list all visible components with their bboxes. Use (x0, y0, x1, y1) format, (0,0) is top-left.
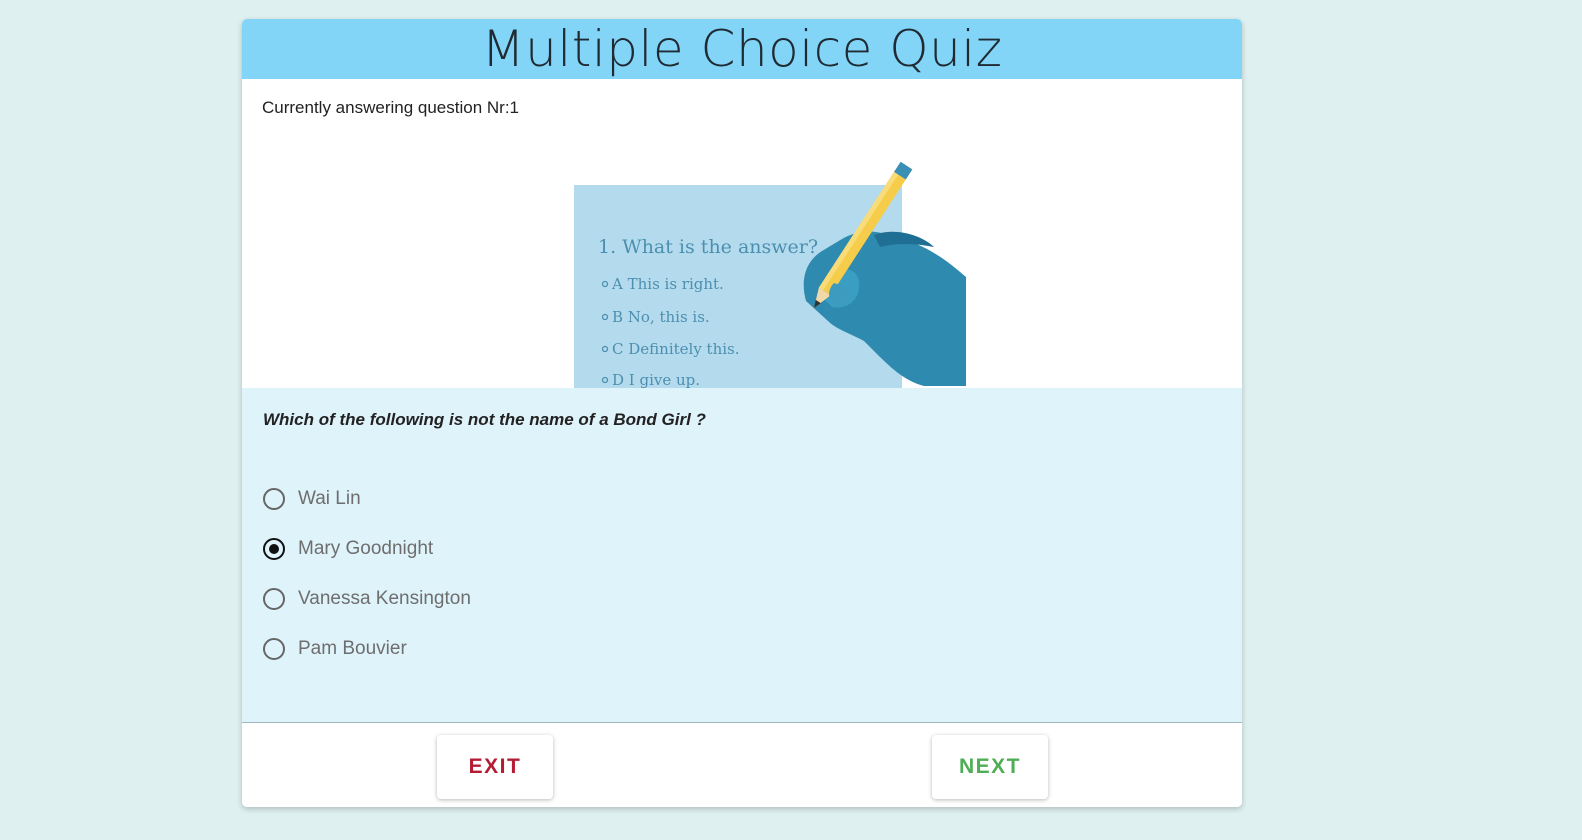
option-mary-goodnight[interactable]: Mary Goodnight (263, 524, 471, 574)
option-label: Mary Goodnight (298, 538, 434, 559)
illustration-line-5: D I give up. (612, 371, 700, 389)
question-panel: Which of the following is not the name o… (242, 388, 1242, 723)
option-wai-lin[interactable]: Wai Lin (263, 474, 471, 524)
option-pam-bouvier[interactable]: Pam Bouvier (263, 624, 471, 674)
illustration-line-3: B No, this is. (612, 308, 710, 326)
quiz-header: Multiple Choice Quiz (242, 19, 1242, 79)
option-vanessa-kensington[interactable]: Vanessa Kensington (263, 574, 471, 624)
radio-button-icon[interactable] (263, 638, 285, 660)
exit-button[interactable]: EXIT (437, 735, 553, 799)
answer-options: Wai Lin Mary Goodnight Vanessa Kensingto… (263, 474, 471, 674)
illustration-line-1: 1. What is the answer? (598, 236, 818, 258)
quiz-footer: EXIT NEXT (242, 723, 1242, 807)
option-label: Wai Lin (298, 488, 361, 509)
next-button[interactable]: NEXT (932, 735, 1048, 799)
radio-button-checked-icon[interactable] (263, 538, 285, 560)
illustration-line-4: C Definitely this. (612, 340, 740, 358)
radio-button-icon[interactable] (263, 588, 285, 610)
option-label: Vanessa Kensington (298, 588, 471, 609)
quiz-illustration: 1. What is the answer? A This is right. … (574, 161, 966, 407)
illustration-line-2: A This is right. (611, 275, 724, 293)
question-text: Which of the following is not the name o… (263, 410, 706, 429)
quiz-card: Multiple Choice Quiz Currently answering… (242, 19, 1242, 807)
page-title: Multiple Choice Quiz (481, 20, 1003, 78)
option-label: Pam Bouvier (298, 638, 407, 659)
question-progress-text: Currently answering question Nr:1 (262, 98, 520, 117)
radio-button-icon[interactable] (263, 488, 285, 510)
